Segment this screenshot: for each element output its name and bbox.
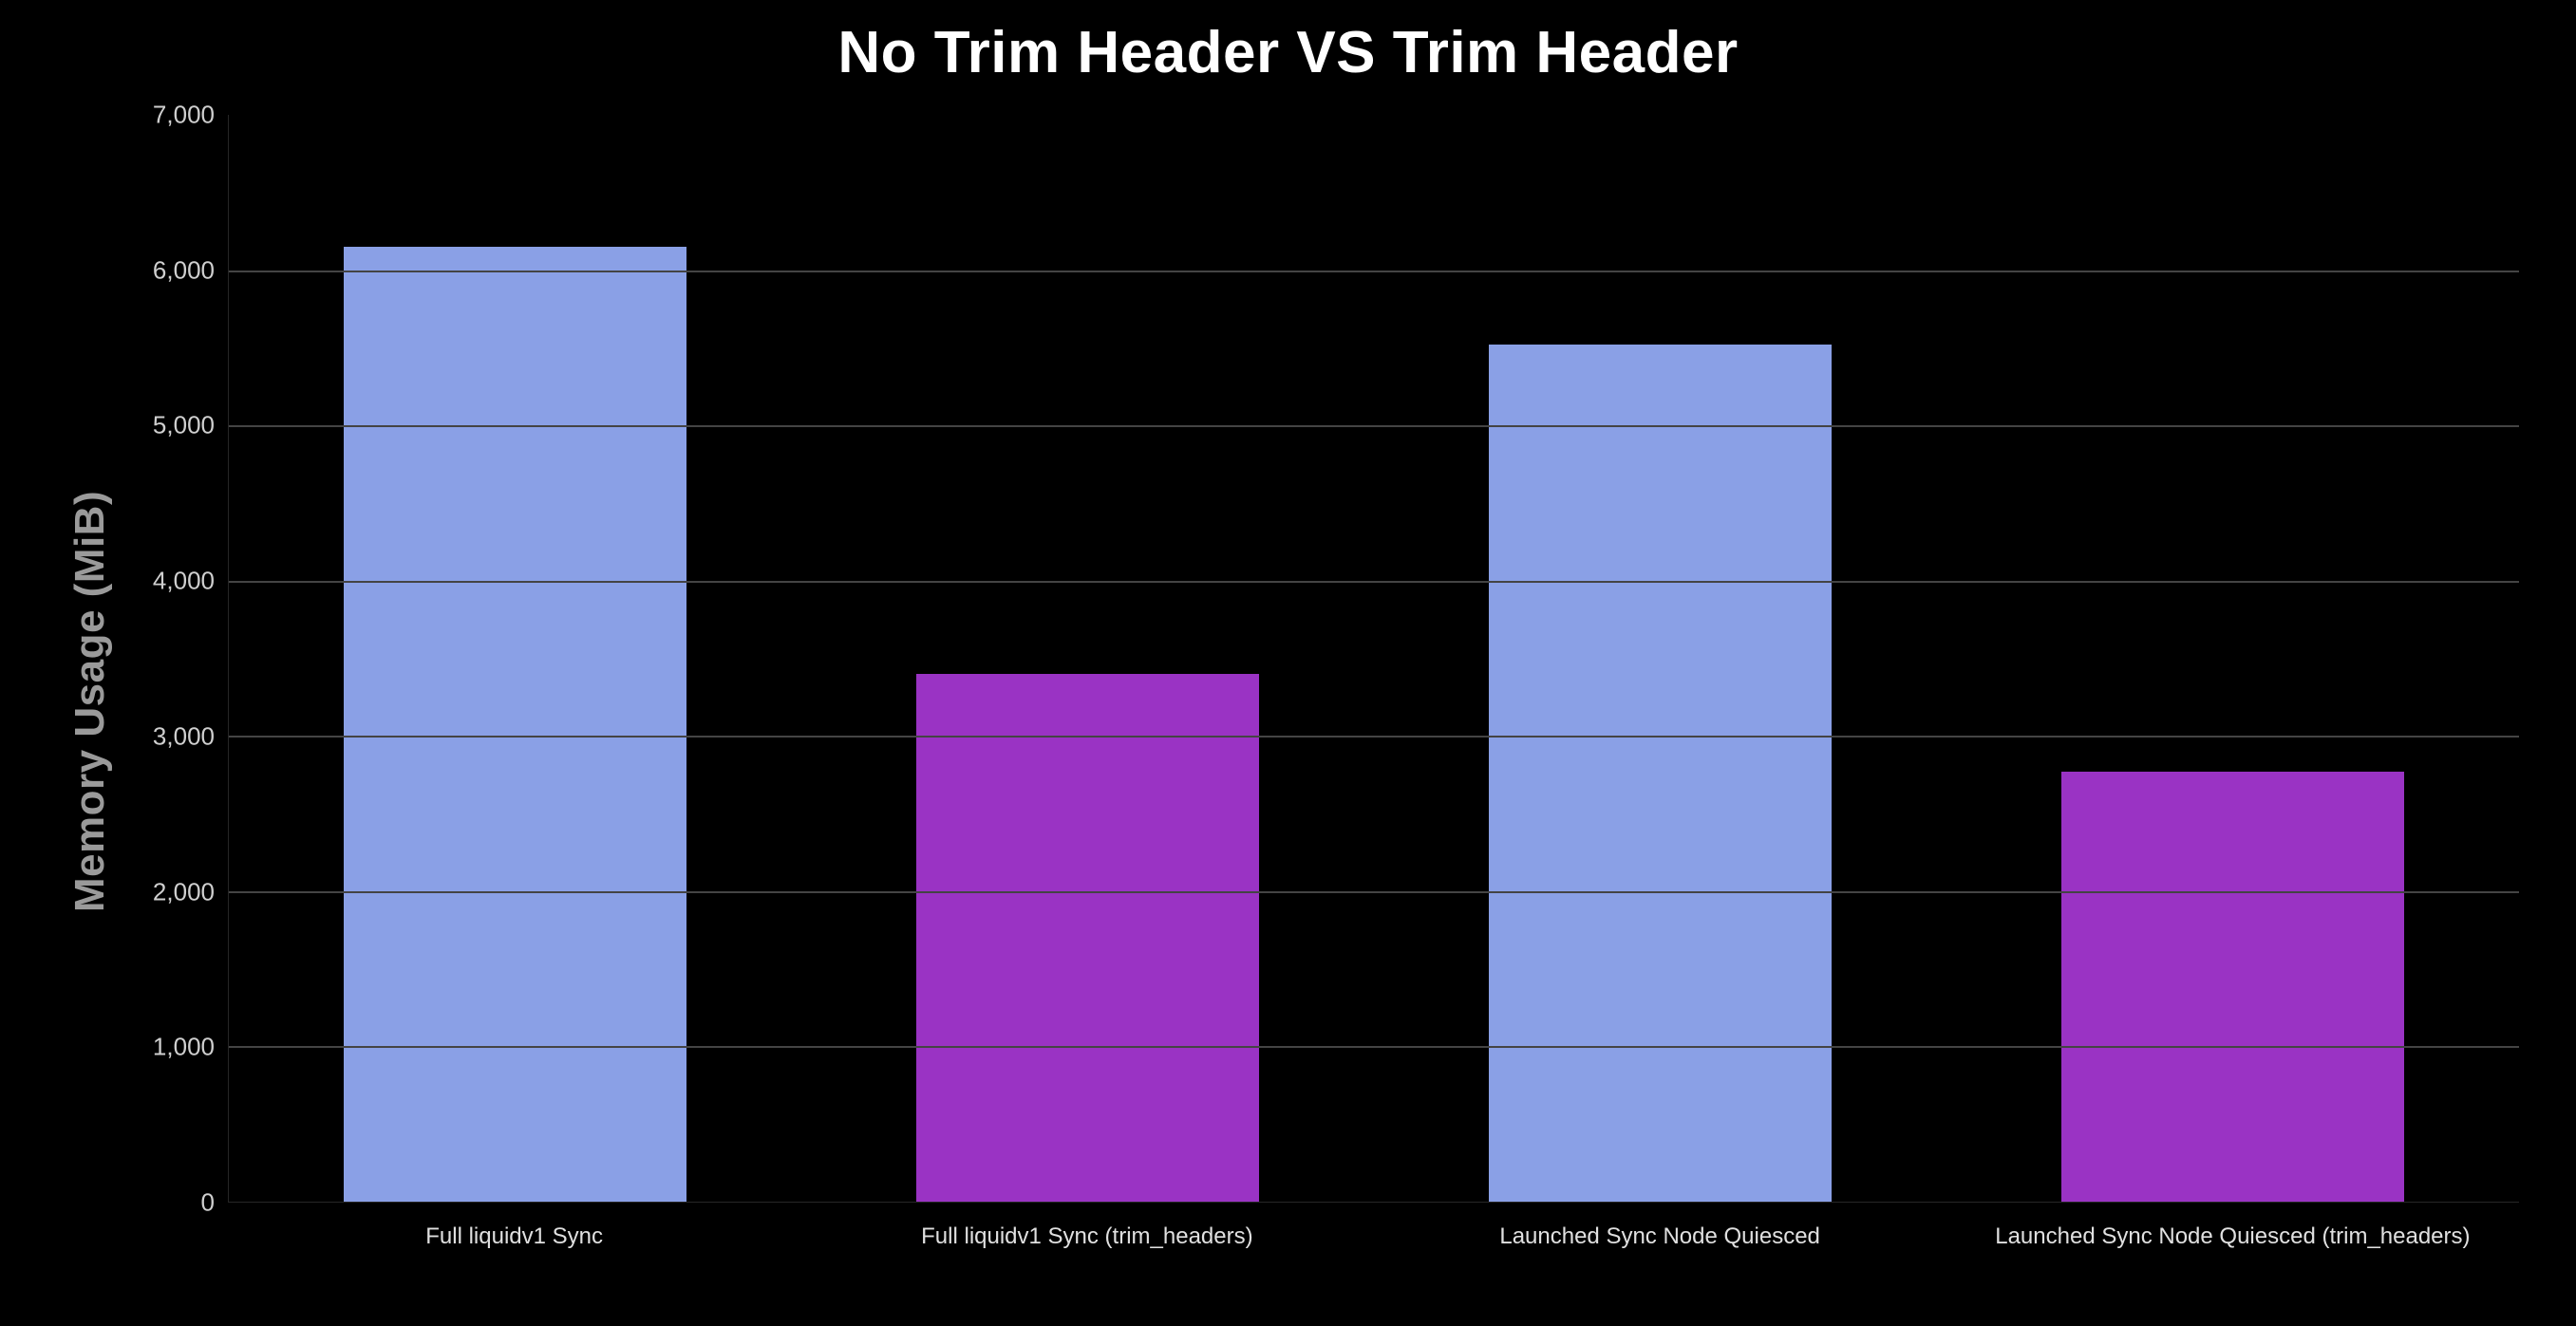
y-tick-label: 4,000 bbox=[153, 567, 215, 596]
bar bbox=[2061, 772, 2405, 1202]
y-tick-label: 5,000 bbox=[153, 411, 215, 440]
y-axis-ticks: 01,0002,0003,0004,0005,0006,0007,000 bbox=[123, 115, 228, 1203]
gridline bbox=[229, 425, 2519, 427]
bar bbox=[344, 247, 687, 1202]
gridline bbox=[229, 581, 2519, 583]
bar-slot bbox=[1374, 115, 1946, 1202]
gridline bbox=[229, 1046, 2519, 1048]
gridline bbox=[229, 891, 2519, 893]
y-tick-label: 0 bbox=[201, 1188, 215, 1218]
gridline bbox=[229, 271, 2519, 272]
x-axis-row: Full liquidv1 SyncFull liquidv1 Sync (tr… bbox=[123, 1203, 2519, 1288]
y-tick-label: 7,000 bbox=[153, 101, 215, 130]
plot-row: 01,0002,0003,0004,0005,0006,0007,000 bbox=[123, 115, 2519, 1203]
chart-title: No Trim Header VS Trim Header bbox=[57, 19, 2519, 86]
bar-slot bbox=[801, 115, 1374, 1202]
chart-body: Memory Usage (MiB) 0 1,000 2,000 3,000 4,000… bbox=[57, 115, 2519, 1288]
gridline bbox=[229, 736, 2519, 738]
y-axis-label-container: Memory Usage (MiB) bbox=[57, 115, 123, 1288]
y-tick-label: 3,000 bbox=[153, 721, 215, 751]
chart-container: No Trim Header VS Trim Header Memory Usa… bbox=[0, 0, 2576, 1326]
bar bbox=[916, 674, 1260, 1202]
x-tick-label: Launched Sync Node Quiesced bbox=[1374, 1203, 1946, 1288]
y-tick-label: 6,000 bbox=[153, 255, 215, 285]
plot-and-x: 01,0002,0003,0004,0005,0006,0007,000 Ful… bbox=[123, 115, 2519, 1288]
bar bbox=[1489, 345, 1833, 1202]
y-tick-label: 2,000 bbox=[153, 877, 215, 906]
bar-slot bbox=[1946, 115, 2519, 1202]
x-tick-label: Launched Sync Node Quiesced (trim_header… bbox=[1946, 1203, 2519, 1288]
plot-area bbox=[228, 115, 2519, 1203]
y-axis-label: Memory Usage (MiB) bbox=[66, 491, 114, 912]
x-tick-label: Full liquidv1 Sync (trim_headers) bbox=[800, 1203, 1373, 1288]
x-tick-label: Full liquidv1 Sync bbox=[228, 1203, 800, 1288]
y-tick-label: 1,000 bbox=[153, 1033, 215, 1062]
bars-layer bbox=[229, 115, 2519, 1202]
bar-slot bbox=[229, 115, 801, 1202]
x-axis-ticks: Full liquidv1 SyncFull liquidv1 Sync (tr… bbox=[228, 1203, 2519, 1288]
